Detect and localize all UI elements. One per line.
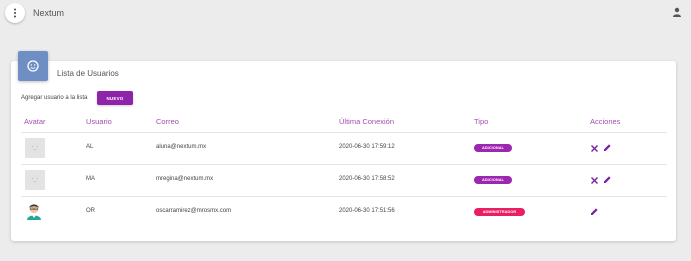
avatar-face-icon [31, 145, 39, 151]
avatar-placeholder [25, 170, 45, 190]
account-icon[interactable] [672, 7, 682, 17]
person-avatar [27, 203, 41, 220]
type-badge: ADMINISTRADOR [474, 208, 525, 216]
new-user-button[interactable]: NUEVO [97, 91, 133, 105]
header-avatar: Avatar [24, 117, 46, 126]
row-divider [21, 196, 667, 197]
edit-icon[interactable] [590, 207, 599, 216]
edit-icon[interactable] [603, 143, 612, 152]
header-correo[interactable]: Correo [156, 117, 179, 126]
last-connection: 2020-06-30 17:58:52 [339, 176, 395, 182]
app-title: Nextum [33, 8, 65, 18]
users-card [11, 61, 676, 241]
user-code: MA [86, 176, 95, 182]
user-code: AL [86, 144, 94, 150]
face-icon [27, 60, 39, 72]
user-email: mregina@nextum.mx [156, 176, 214, 182]
close-icon[interactable] [590, 176, 599, 185]
more-vert-icon [14, 8, 16, 18]
add-user-label: Agregar usuario a la lista [21, 95, 88, 101]
header-acciones: Acciones [590, 117, 621, 126]
header-usuario[interactable]: Usuario [86, 117, 112, 126]
card-title: Lista de Usuarios [57, 69, 119, 78]
more-options-button[interactable] [5, 3, 25, 23]
avatar-face-icon [31, 177, 39, 183]
row-divider [21, 164, 667, 165]
card-header-icon [18, 51, 48, 81]
user-email: oscarramirez@mrosmx.com [156, 208, 232, 214]
last-connection: 2020-06-30 17:51:56 [339, 208, 395, 214]
type-badge: ADICIONAL [474, 176, 512, 184]
last-connection: 2020-06-30 17:59:12 [339, 144, 395, 150]
avatar-placeholder [25, 138, 45, 158]
type-badge: ADICIONAL [474, 144, 512, 152]
top-bar: Nextum [0, 0, 691, 28]
row-divider [21, 132, 667, 133]
header-ultima-conexion[interactable]: Última Conexión [339, 117, 394, 126]
header-tipo[interactable]: Tipo [474, 117, 488, 126]
close-icon[interactable] [590, 144, 599, 153]
user-email: aluna@nextum.mx [156, 144, 207, 150]
edit-icon[interactable] [603, 175, 612, 184]
user-code: OR [86, 208, 95, 214]
